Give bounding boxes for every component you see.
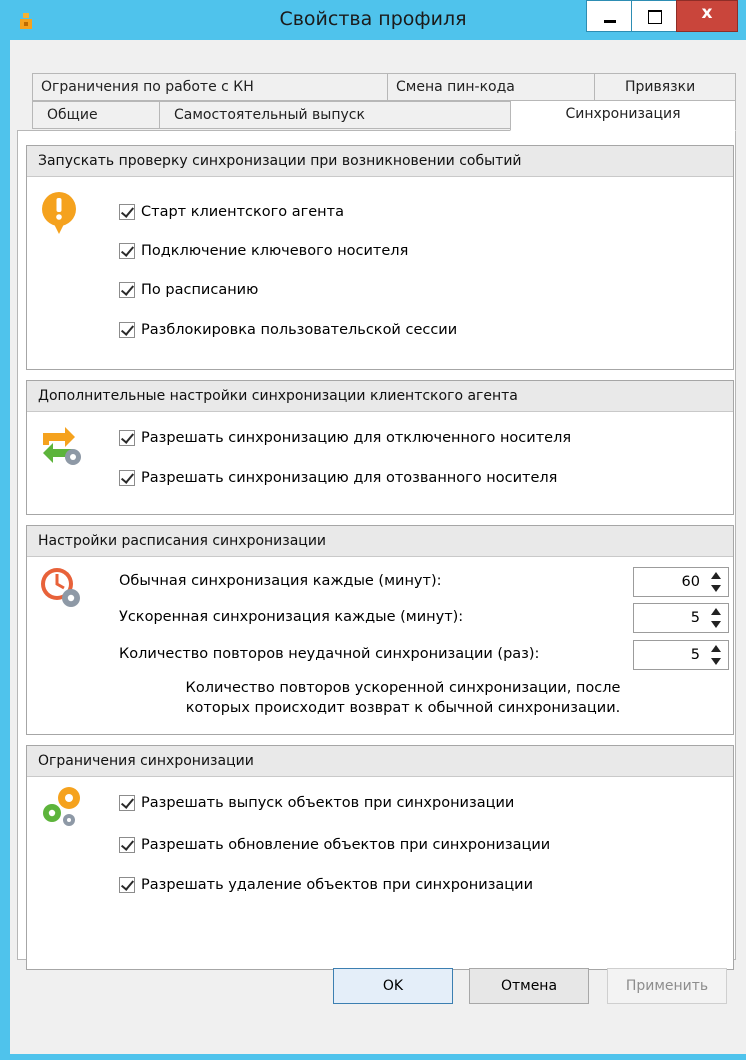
field-label: Обычная синхронизация каждые (минут): <box>119 573 442 589</box>
gears-icon <box>43 787 80 826</box>
close-button[interactable]: x <box>676 0 738 32</box>
tab-label: Привязки <box>625 79 696 95</box>
ok-button[interactable]: OK <box>333 968 453 1004</box>
checkbox-box[interactable] <box>119 877 135 893</box>
tab-self-issue[interactable]: Самостоятельный выпуск <box>159 101 511 129</box>
schedule-checkbox[interactable]: По расписанию <box>119 279 258 301</box>
spinner-value[interactable]: 5 <box>691 647 700 663</box>
retry-note: Количество повторов ускоренной синхрониз… <box>123 678 683 718</box>
field-label: Ускоренная синхронизация каждые (минут): <box>119 609 464 625</box>
schedule-settings-group: Настройки расписания синхронизации Обычн… <box>26 525 734 735</box>
fast-sync-spinner[interactable]: 5 <box>633 603 729 633</box>
checkbox-box[interactable] <box>119 204 135 220</box>
spin-down-icon[interactable] <box>711 621 721 628</box>
events-group: Запускать проверку синхронизации при воз… <box>26 145 734 370</box>
session-unlock-checkbox[interactable]: Разблокировка пользовательской сессии <box>119 319 457 341</box>
group-title: Настройки расписания синхронизации <box>27 526 733 557</box>
tab-synchronization[interactable]: Синхронизация <box>510 100 736 131</box>
spinner-arrows[interactable] <box>710 645 722 665</box>
close-icon: x <box>701 3 713 23</box>
checkbox-box[interactable] <box>119 282 135 298</box>
window: Свойства профиля x Ограничения по работе… <box>0 0 746 1060</box>
apply-button[interactable]: Применить <box>607 968 727 1004</box>
checkbox-label: Подключение ключевого носителя <box>141 243 409 259</box>
normal-sync-spinner[interactable]: 60 <box>633 567 729 597</box>
tab-general[interactable]: Общие <box>32 101 160 129</box>
checkbox-label: По расписанию <box>141 282 259 298</box>
allow-revoked-checkbox[interactable]: Разрешать синхронизацию для отозванного … <box>119 467 557 489</box>
exclamation-balloon-icon <box>42 192 76 234</box>
cancel-button[interactable]: Отмена <box>469 968 589 1004</box>
allow-disconnected-checkbox[interactable]: Разрешать синхронизацию для отключенного… <box>119 427 571 449</box>
field-label: Количество повторов неудачной синхрониза… <box>119 646 540 662</box>
tab-pin-change[interactable]: Смена пин-кода <box>387 73 595 101</box>
tab-label: Смена пин-кода <box>396 79 515 95</box>
checkbox-box[interactable] <box>119 322 135 338</box>
maximize-button[interactable] <box>631 0 677 32</box>
spinner-value[interactable]: 5 <box>691 610 700 626</box>
sync-arrows-gear-icon <box>43 427 81 465</box>
clock-gear-icon <box>41 568 80 607</box>
agent-settings-group: Дополнительные настройки синхронизации к… <box>26 380 734 515</box>
sync-restrictions-group: Ограничения синхронизации Разрешать выпу… <box>26 745 734 970</box>
normal-sync-row: Обычная синхронизация каждые (минут): 60 <box>119 567 729 597</box>
tab-label: Самостоятельный выпуск <box>174 107 365 123</box>
spin-up-icon[interactable] <box>711 608 721 615</box>
title-bar[interactable]: Свойства профиля x <box>0 0 746 40</box>
checkbox-label: Старт клиентского агента <box>141 204 344 220</box>
checkbox-box[interactable] <box>119 470 135 486</box>
checkbox-box[interactable] <box>119 243 135 259</box>
minimize-button[interactable] <box>586 0 632 32</box>
checkbox-label: Разрешать выпуск объектов при синхрониза… <box>141 795 515 811</box>
tab-bindings[interactable]: Привязки <box>594 73 736 101</box>
spin-up-icon[interactable] <box>711 572 721 579</box>
checkbox-label: Разрешать синхронизацию для отключенного… <box>141 430 572 446</box>
checkbox-label: Разрешать обновление объектов при синхро… <box>141 837 551 853</box>
checkbox-box[interactable] <box>119 430 135 446</box>
note-line: Количество повторов ускоренной синхрониз… <box>185 680 621 696</box>
retry-count-spinner[interactable]: 5 <box>633 640 729 670</box>
spinner-arrows[interactable] <box>710 608 722 628</box>
retry-count-row: Количество повторов неудачной синхрониза… <box>119 640 729 670</box>
tab-card-restrictions[interactable]: Ограничения по работе с КН <box>32 73 388 101</box>
tab-label: Ограничения по работе с КН <box>41 79 254 95</box>
group-title: Дополнительные настройки синхронизации к… <box>27 381 733 412</box>
allow-issue-checkbox[interactable]: Разрешать выпуск объектов при синхрониза… <box>119 792 514 814</box>
allow-update-checkbox[interactable]: Разрешать обновление объектов при синхро… <box>119 834 550 856</box>
connect-token-checkbox[interactable]: Подключение ключевого носителя <box>119 240 408 262</box>
group-title: Запускать проверку синхронизации при воз… <box>27 146 733 177</box>
checkbox-box[interactable] <box>119 837 135 853</box>
note-line: которых происходит возврат к обычной син… <box>185 700 621 716</box>
fast-sync-row: Ускоренная синхронизация каждые (минут):… <box>119 603 729 633</box>
start-agent-checkbox[interactable]: Старт клиентского агента <box>119 201 344 223</box>
group-title: Ограничения синхронизации <box>27 746 733 777</box>
spinner-arrows[interactable] <box>710 572 722 592</box>
checkbox-box[interactable] <box>119 795 135 811</box>
allow-delete-checkbox[interactable]: Разрешать удаление объектов при синхрони… <box>119 874 533 896</box>
spin-up-icon[interactable] <box>711 645 721 652</box>
spinner-value[interactable]: 60 <box>682 574 700 590</box>
tab-label: Синхронизация <box>565 106 681 122</box>
spin-down-icon[interactable] <box>711 658 721 665</box>
checkbox-label: Разрешать синхронизацию для отозванного … <box>141 470 558 486</box>
tab-label: Общие <box>47 107 98 123</box>
checkbox-label: Разрешать удаление объектов при синхрони… <box>141 877 534 893</box>
checkbox-label: Разблокировка пользовательской сессии <box>141 322 458 338</box>
spin-down-icon[interactable] <box>711 585 721 592</box>
